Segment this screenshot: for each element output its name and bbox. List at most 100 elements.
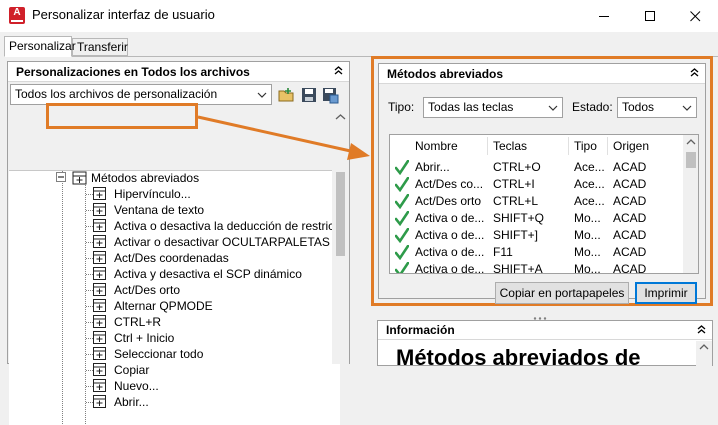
cell-origin: ACAD	[613, 194, 647, 208]
info-panel: Información Métodos abreviados de	[377, 320, 713, 370]
chevron-down-icon	[548, 103, 558, 113]
shortcuts-panel: Métodos abreviados Tipo: Todas las tecla…	[378, 63, 706, 304]
cell-keys: CTRL+L	[493, 194, 539, 208]
minimize-button[interactable]	[581, 0, 627, 32]
scroll-up-icon	[686, 139, 696, 145]
scroll-up-icon	[699, 344, 709, 350]
customizations-header-label: Personalizaciones en Todos los archivos	[16, 65, 250, 79]
cell-name: Activa o de...	[415, 245, 485, 259]
cell-type: Mo...	[574, 245, 601, 259]
shortcut-item-icon	[93, 187, 106, 201]
shortcut-item-icon	[93, 299, 106, 313]
shortcuts-table[interactable]: Nombre Teclas Tipo Origen Abrir... CTRL+O…	[389, 134, 699, 274]
column-header-keys[interactable]: Teclas	[493, 135, 527, 157]
table-row[interactable]: Abrir... CTRL+O Ace... ACAD	[390, 159, 682, 176]
tree-scroll-thumb[interactable]	[336, 172, 345, 256]
tree-item-label: Ctrl + Inicio	[114, 331, 175, 345]
save-as-icon[interactable]	[321, 86, 339, 104]
copy-to-clipboard-button[interactable]: Copiar en portapapeles	[495, 282, 629, 304]
shortcut-item-icon	[93, 267, 106, 281]
state-label: Estado:	[572, 100, 613, 114]
cell-keys: SHIFT+A	[493, 262, 543, 274]
cell-origin: ACAD	[613, 228, 647, 242]
table-row[interactable]: Activa o de... SHIFT+Q Mo... ACAD	[390, 210, 682, 227]
info-scrollbar[interactable]	[696, 341, 712, 367]
cell-name: Act/Des orto	[415, 194, 482, 208]
tree-item-label: Activar o desactivar OCULTARPALETAS	[114, 235, 330, 249]
shortcut-item-icon	[93, 219, 106, 233]
customization-tree[interactable]: Métodos abreviados Hipervínculo... Ventan…	[9, 170, 340, 425]
table-row[interactable]: Act/Des orto CTRL+L Ace... ACAD	[390, 193, 682, 210]
state-select[interactable]: Todos	[617, 97, 697, 118]
column-header-origin[interactable]: Origen	[613, 135, 649, 157]
app-icon: A	[9, 7, 25, 24]
save-icon[interactable]	[300, 86, 318, 104]
collapse-icon[interactable]	[332, 65, 345, 78]
cell-name: Activa o de...	[415, 228, 485, 242]
cell-keys: CTRL+O	[493, 160, 541, 174]
file-combo-value: Todos los archivos de personalización	[15, 87, 218, 101]
table-row[interactable]: Act/Des co... CTRL+I Ace... ACAD	[390, 176, 682, 193]
chevron-down-icon	[682, 103, 692, 113]
tree-item-label: Alternar QPMODE	[114, 299, 213, 313]
selected-node-highlight	[46, 103, 198, 129]
shortcuts-header-label: Métodos abreviados	[387, 67, 504, 81]
shortcut-item-icon	[93, 363, 106, 377]
cell-origin: ACAD	[613, 177, 647, 191]
tree-item-label: Act/Des orto	[114, 283, 181, 297]
table-row[interactable]: Activa o de... SHIFT+] Mo... ACAD	[390, 227, 682, 244]
column-header-type[interactable]: Tipo	[574, 135, 597, 157]
shortcut-folder-icon	[72, 171, 87, 185]
tree-item-label: Abrir...	[114, 395, 149, 409]
collapse-icon[interactable]	[695, 324, 708, 337]
minimize-icon	[598, 15, 609, 17]
shortcut-item-icon	[93, 235, 106, 249]
shortcut-item-icon	[93, 315, 106, 329]
shortcut-item-icon	[93, 395, 106, 409]
collapse-icon[interactable]	[688, 67, 701, 80]
cell-name: Activa o de...	[415, 262, 485, 274]
cell-type: Ace...	[574, 177, 605, 191]
info-header-label: Información	[386, 323, 455, 337]
tree-item-label: Ventana de texto	[114, 203, 205, 217]
file-combo[interactable]: Todos los archivos de personalización	[10, 84, 272, 105]
shortcut-item-icon	[93, 251, 106, 265]
tab-personalizar[interactable]: Personalizar	[4, 36, 76, 57]
tree-item-label: CTRL+R	[114, 315, 162, 329]
column-header-name[interactable]: Nombre	[415, 135, 458, 157]
table-scrollbar[interactable]	[683, 135, 698, 273]
tree-item-label: Copiar	[114, 363, 150, 377]
tree-item-label: Nuevo...	[114, 379, 159, 393]
maximize-button[interactable]	[627, 0, 673, 32]
tree-item-label: Act/Des coordenadas	[114, 251, 229, 265]
shortcuts-header: Métodos abreviados	[379, 64, 705, 84]
tree-scrollbar[interactable]	[332, 110, 349, 364]
cell-name: Abrir...	[415, 160, 450, 174]
table-row[interactable]: Activa o de... F11 Mo... ACAD	[390, 244, 682, 261]
type-select[interactable]: Todas las teclas	[423, 97, 563, 118]
cell-keys: CTRL+I	[493, 177, 535, 191]
tree-item-label: Hipervínculo...	[114, 187, 191, 201]
cell-origin: ACAD	[613, 245, 647, 259]
shortcut-item-icon	[93, 331, 106, 345]
cell-origin: ACAD	[613, 160, 647, 174]
tab-transferir[interactable]: Transferir	[72, 38, 128, 56]
info-header: Información	[378, 321, 712, 340]
type-label: Tipo:	[388, 100, 415, 114]
tree-node-shortcuts-label: Métodos abreviados	[91, 171, 200, 185]
shortcut-item-icon	[93, 379, 106, 393]
splitter-grip[interactable]	[532, 310, 548, 320]
collapse-minus-icon[interactable]	[56, 171, 69, 185]
close-icon	[689, 10, 700, 21]
close-button[interactable]	[672, 0, 718, 32]
cell-type: Ace...	[574, 194, 605, 208]
cell-origin: ACAD	[613, 262, 647, 274]
table-row[interactable]: Activa o de... SHIFT+A Mo... ACAD	[390, 261, 682, 274]
cell-type: Mo...	[574, 228, 601, 242]
open-file-icon[interactable]	[278, 86, 296, 104]
table-scroll-thumb[interactable]	[686, 152, 696, 168]
cell-keys: SHIFT+]	[493, 228, 539, 242]
shortcut-item-icon	[93, 203, 106, 217]
cell-type: Mo...	[574, 262, 601, 274]
print-button[interactable]: Imprimir	[635, 282, 697, 304]
